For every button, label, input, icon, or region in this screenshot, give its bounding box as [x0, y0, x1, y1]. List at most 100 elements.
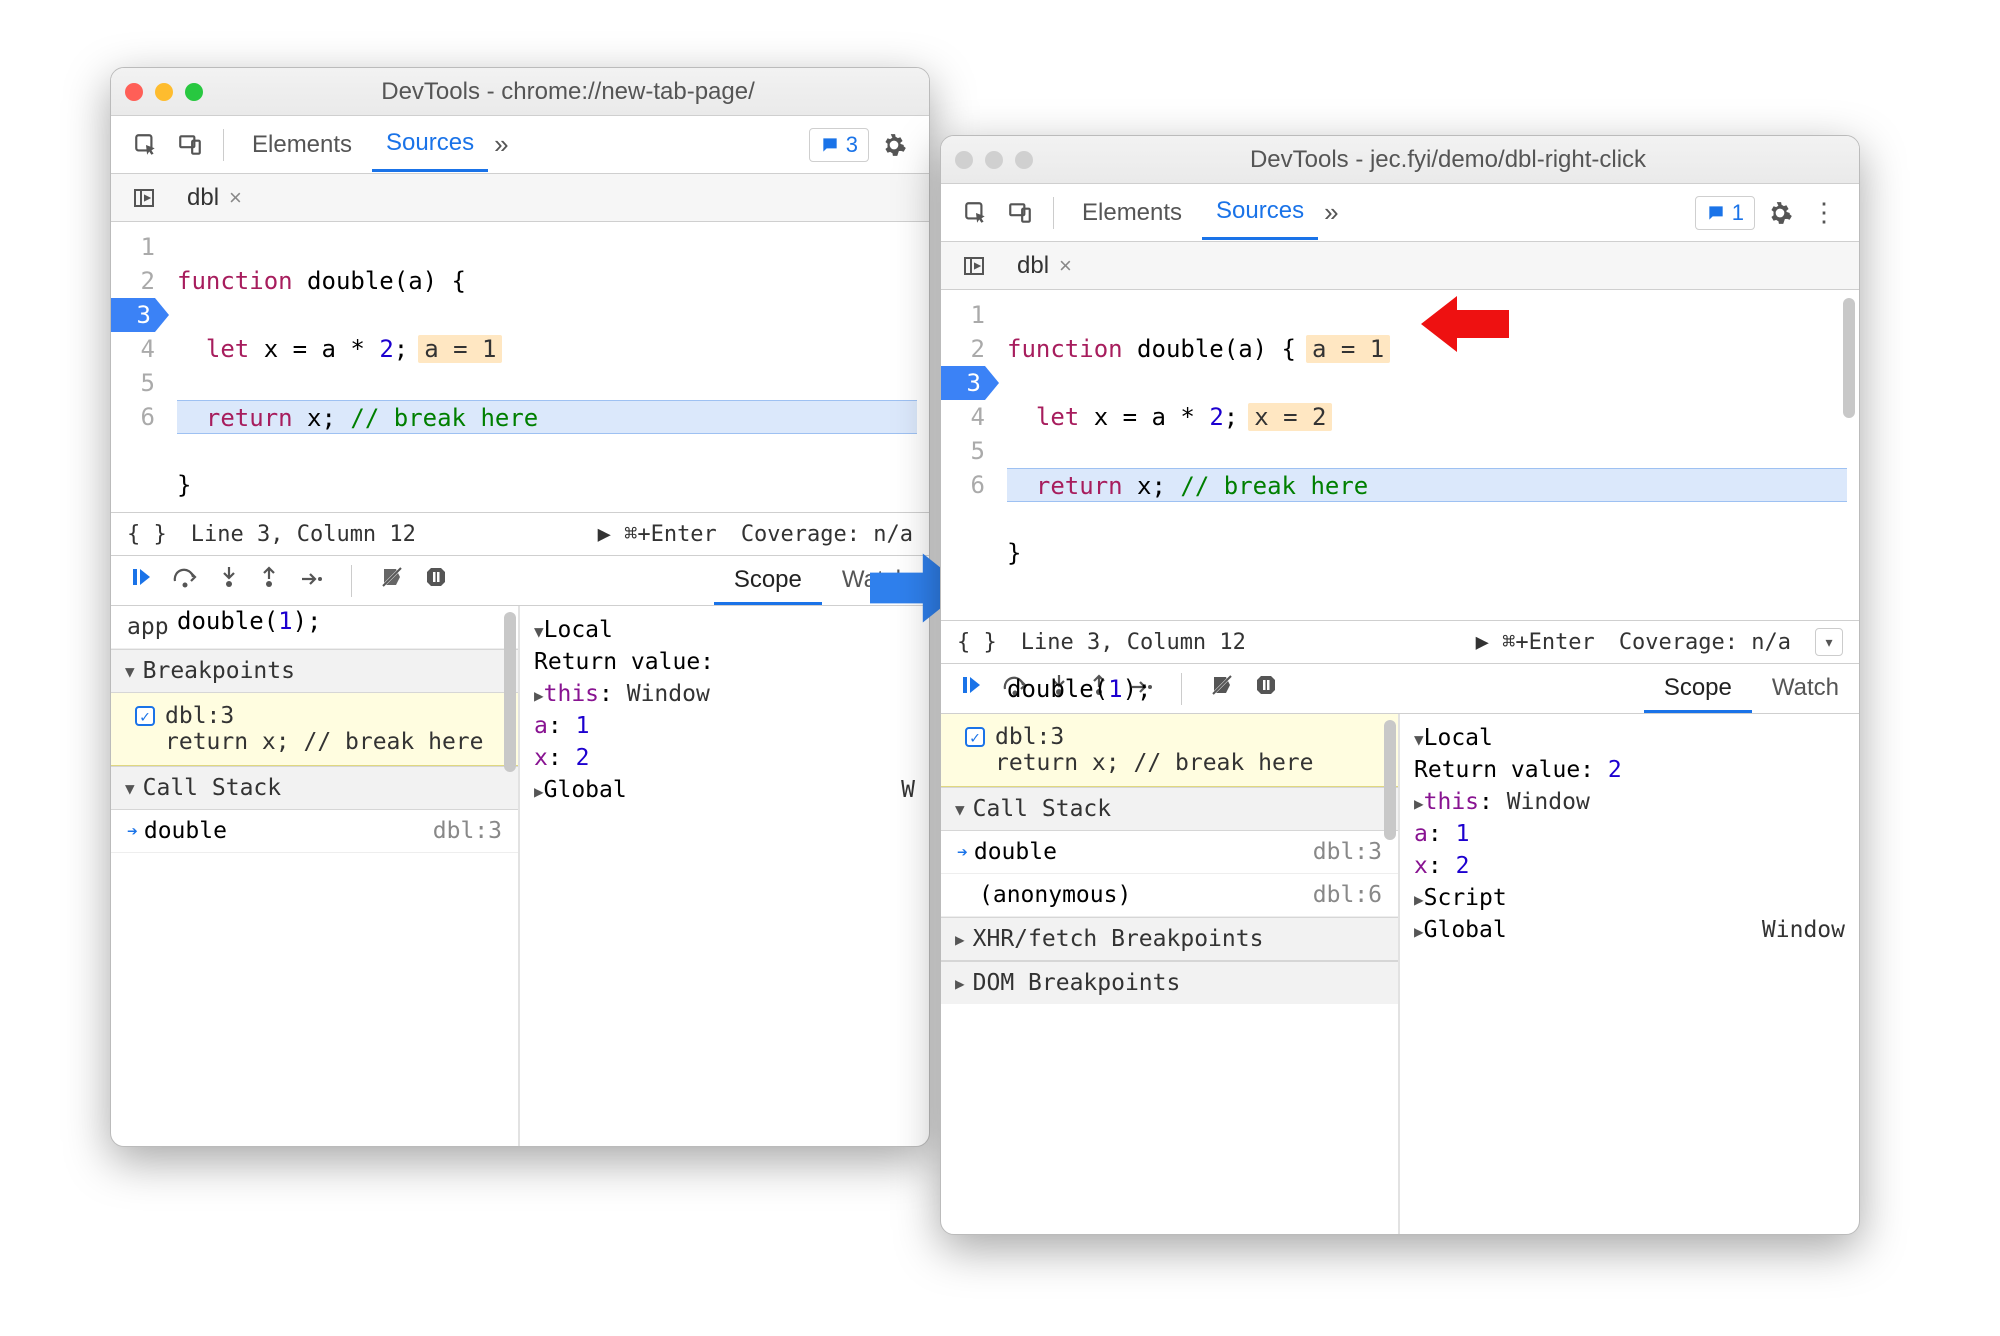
navigator-toggle-icon[interactable]	[125, 179, 163, 217]
file-tab-label: dbl	[187, 184, 219, 212]
left-pane[interactable]: app ▼ Breakpoints dbl:3 return x; // brea…	[111, 606, 520, 1146]
separator	[1053, 197, 1054, 229]
section-label: XHR/fetch Breakpoints	[973, 926, 1264, 952]
scope-pane[interactable]: ▼Local Return value: ▶this: Window a: 1 …	[520, 606, 929, 1146]
braces-icon[interactable]: { }	[957, 630, 997, 655]
file-tab-label: dbl	[1017, 252, 1049, 280]
titlebar: DevTools - chrome://new-tab-page/	[111, 68, 929, 116]
breakpoint-source: return x; // break here	[135, 729, 502, 755]
current-execution-line: return x; // break here	[1007, 468, 1847, 502]
debugger-panes: app ▼ Breakpoints dbl:3 return x; // brea…	[111, 606, 929, 1146]
left-pane[interactable]: dbl:3 return x; // break here ▼Call Stac…	[941, 714, 1400, 1234]
breakpoint-checkbox[interactable]	[965, 727, 985, 747]
list-item[interactable]: app	[111, 606, 518, 649]
breakpoint-source: return x; // break here	[965, 750, 1382, 776]
separator	[223, 129, 224, 161]
zoom-icon[interactable]	[185, 83, 203, 101]
resume-icon[interactable]	[959, 673, 983, 704]
tab-sources[interactable]: Sources	[372, 117, 488, 172]
scrollbar-thumb[interactable]	[1384, 720, 1396, 840]
resume-icon[interactable]	[129, 565, 153, 596]
section-label: Call Stack	[143, 775, 281, 801]
kebab-menu-icon[interactable]: ⋮	[1805, 194, 1843, 232]
inline-value-x: x = 2	[1248, 403, 1332, 431]
window-title: DevTools - chrome://new-tab-page/	[221, 78, 915, 106]
navigator-toggle-icon[interactable]	[955, 247, 993, 285]
more-tabs-icon[interactable]: »	[494, 129, 508, 160]
section-label: Call Stack	[973, 796, 1111, 822]
scrollbar-thumb[interactable]	[1843, 298, 1855, 418]
scope-pane[interactable]: ▼Local Return value: 2 ▶this: Window a: …	[1400, 714, 1859, 1234]
scope-local-label: Local	[1424, 725, 1493, 751]
code-content[interactable]: function double(a) { let x = a * 2;a = 1…	[165, 222, 929, 512]
close-tab-icon[interactable]: ×	[1059, 253, 1072, 279]
frame-function: double	[144, 818, 227, 844]
breakpoint-item[interactable]: dbl:3 return x; // break here	[111, 693, 518, 766]
file-tab-dbl[interactable]: dbl ×	[179, 180, 250, 216]
callstack-frame[interactable]: ➔doubledbl:3	[111, 810, 518, 853]
frame-location: dbl:3	[433, 818, 502, 844]
inspect-icon[interactable]	[957, 194, 995, 232]
devtools-tabstrip: Elements Sources » 1 ⋮	[941, 184, 1859, 242]
section-breakpoints[interactable]: ▼ Breakpoints	[111, 649, 518, 693]
devtools-tabstrip: Elements Sources » 3	[111, 116, 929, 174]
braces-icon[interactable]: { }	[127, 522, 167, 547]
breakpoint-checkbox[interactable]	[135, 706, 155, 726]
more-tabs-icon[interactable]: »	[1324, 197, 1338, 228]
device-toggle-icon[interactable]	[171, 126, 209, 164]
window-title: DevTools - jec.fyi/demo/dbl-right-click	[1051, 146, 1845, 174]
device-toggle-icon[interactable]	[1001, 194, 1039, 232]
file-tabstrip: dbl ×	[111, 174, 929, 222]
settings-icon[interactable]	[1761, 194, 1799, 232]
debugger-panes: dbl:3 return x; // break here ▼Call Stac…	[941, 714, 1859, 1234]
section-dom-breakpoints[interactable]: ▶DOM Breakpoints	[941, 961, 1398, 1004]
tab-elements[interactable]: Elements	[1068, 187, 1196, 239]
scope-local-label: Local	[544, 617, 613, 643]
current-frame-icon: ➔	[957, 842, 968, 863]
devtools-window-right: DevTools - jec.fyi/demo/dbl-right-click …	[940, 135, 1860, 1235]
chevron-right-icon: ▶	[955, 930, 965, 949]
settings-icon[interactable]	[875, 126, 913, 164]
scope-script-label: Script	[1424, 885, 1507, 911]
issues-count: 3	[846, 132, 858, 158]
titlebar: DevTools - jec.fyi/demo/dbl-right-click	[941, 136, 1859, 184]
section-label: Breakpoints	[143, 658, 295, 684]
issues-badge[interactable]: 1	[1695, 196, 1755, 230]
breakpoint-marker[interactable]: 3	[111, 298, 155, 332]
issues-count: 1	[1732, 200, 1744, 226]
scope-global-label: Global	[544, 777, 627, 803]
current-execution-line: return x; // break here	[177, 400, 917, 434]
breakpoint-label: dbl:3	[995, 724, 1064, 750]
section-call-stack[interactable]: ▼Call Stack	[941, 787, 1398, 831]
tab-sources[interactable]: Sources	[1202, 185, 1318, 240]
code-content[interactable]: function double(a) {a = 1 let x = a * 2;…	[995, 290, 1859, 620]
code-editor[interactable]: 123456 function double(a) { let x = a * …	[111, 222, 929, 512]
zoom-icon[interactable]	[1015, 151, 1033, 169]
minimize-icon[interactable]	[985, 151, 1003, 169]
callstack-frame[interactable]: ➔doubledbl:3	[941, 831, 1398, 874]
section-label: DOM Breakpoints	[973, 970, 1181, 996]
breakpoint-item[interactable]: dbl:3 return x; // break here	[941, 714, 1398, 787]
tab-elements[interactable]: Elements	[238, 119, 366, 171]
close-icon[interactable]	[125, 83, 143, 101]
section-xhr-breakpoints[interactable]: ▶ XHR/fetch Breakpoints	[941, 917, 1398, 961]
breakpoint-marker[interactable]: 3	[941, 366, 985, 400]
scrollbar-thumb[interactable]	[504, 612, 516, 772]
chevron-down-icon: ▼	[125, 779, 135, 798]
section-call-stack[interactable]: ▼ Call Stack	[111, 766, 518, 810]
line-gutter: 123456	[941, 290, 995, 620]
file-tab-dbl[interactable]: dbl ×	[1009, 248, 1080, 284]
devtools-window-left: DevTools - chrome://new-tab-page/ Elemen…	[110, 67, 930, 1147]
issues-badge[interactable]: 3	[809, 128, 869, 162]
minimize-icon[interactable]	[155, 83, 173, 101]
frame-function: double	[974, 839, 1057, 865]
close-tab-icon[interactable]: ×	[229, 185, 242, 211]
inline-value-a: a = 1	[418, 335, 502, 363]
inspect-icon[interactable]	[127, 126, 165, 164]
code-editor[interactable]: 123456 function double(a) {a = 1 let x =…	[941, 290, 1859, 620]
breakpoint-label: dbl:3	[165, 703, 234, 729]
close-icon[interactable]	[955, 151, 973, 169]
chevron-down-icon: ▼	[125, 662, 135, 681]
callstack-frame[interactable]: (anonymous)dbl:6	[941, 874, 1398, 917]
return-value-label: Return value:	[534, 649, 714, 675]
